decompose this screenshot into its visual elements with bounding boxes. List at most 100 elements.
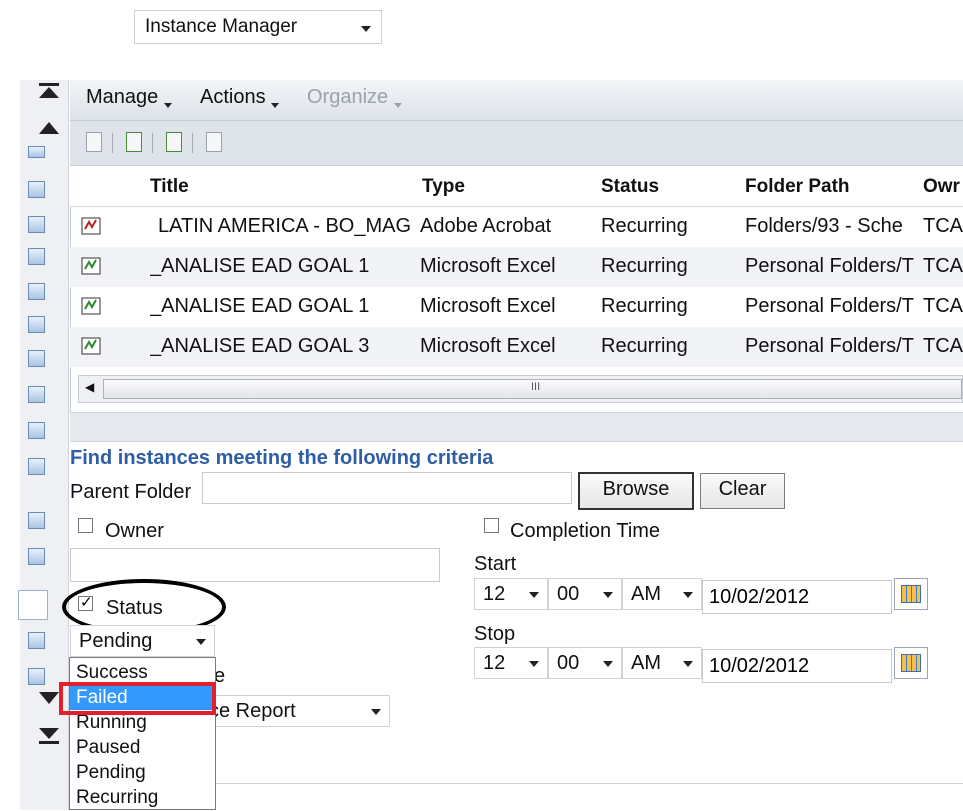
nav-icon-servers[interactable] <box>28 350 45 367</box>
status-option-recurring[interactable]: Recurring <box>76 785 158 810</box>
criteria-title: Find instances meeting the following cri… <box>70 447 494 469</box>
start-calendar-icon[interactable] <box>894 578 928 610</box>
owner-input[interactable] <box>70 548 440 582</box>
type-select[interactable]: ce Report <box>200 695 390 727</box>
chevron-down-icon <box>603 661 613 667</box>
mail-icon[interactable] <box>28 216 45 233</box>
database-icon[interactable] <box>28 248 45 265</box>
cell-status: Recurring <box>601 255 688 277</box>
cell-title: LATIN AMERICA - BO_MAG <box>158 215 412 237</box>
stop-label: Stop <box>474 623 516 645</box>
status-option-paused[interactable]: Paused <box>76 735 140 760</box>
start-minute-select[interactable]: 00 <box>548 578 622 610</box>
status-option-pending[interactable]: Pending <box>76 760 146 785</box>
manage-menu[interactable]: Manage <box>86 86 174 109</box>
nav-icon-groups[interactable] <box>28 422 45 439</box>
table-row[interactable]: _ANALISE EAD GOAL 3 Microsoft Excel Recu… <box>70 327 963 367</box>
chevron-down-icon <box>361 26 371 32</box>
scroll-top-icon[interactable] <box>37 82 61 102</box>
owner-checkbox[interactable] <box>78 518 93 533</box>
nav-icon-network[interactable] <box>28 283 45 300</box>
cell-title: _ANALISE EAD GOAL 3 <box>150 335 370 357</box>
scroll-thumb[interactable]: III <box>103 379 962 399</box>
chevron-down-icon <box>529 592 539 598</box>
scroll-grip: III <box>531 381 541 393</box>
excel-instance-icon <box>81 337 101 355</box>
stop-ampm-value: AM <box>631 652 661 674</box>
browse-button[interactable]: Browse <box>578 472 694 510</box>
chevron-down-icon <box>529 661 539 667</box>
nav-icon-cluster[interactable] <box>28 386 45 403</box>
start-hour-select[interactable]: 12 <box>474 578 548 610</box>
table-row[interactable]: _ANALISE EAD GOAL 1 Microsoft Excel Recu… <box>70 287 963 327</box>
col-title[interactable]: Title <box>150 176 189 198</box>
stop-hour-value: 12 <box>483 652 506 674</box>
col-owner[interactable]: Owr <box>923 176 960 198</box>
stop-date-input[interactable] <box>702 649 892 683</box>
reschedule-icon[interactable] <box>166 132 182 152</box>
menu-bar: Manage Actions Organize <box>70 80 963 121</box>
chevron-down-icon <box>196 639 206 645</box>
cell-status: Recurring <box>601 215 688 237</box>
status-select[interactable]: Pending <box>70 625 215 657</box>
cell-title: _ANALISE EAD GOAL 1 <box>150 295 370 317</box>
nav-icon-table[interactable] <box>28 548 45 565</box>
scroll-up-icon[interactable] <box>37 120 61 136</box>
nav-icon-security[interactable] <box>28 458 45 475</box>
chevron-down-icon <box>603 592 613 598</box>
cell-folder: Personal Folders/T <box>745 295 914 317</box>
toolbar-separator <box>192 133 193 153</box>
run-now-icon[interactable] <box>126 132 142 152</box>
nav-icon-inbox[interactable] <box>28 146 45 158</box>
view-select[interactable]: Instance Manager <box>134 10 382 44</box>
stop-hour-select[interactable]: 12 <box>474 647 548 679</box>
cell-owner: TCA <box>923 335 963 357</box>
nav-icon-layout[interactable] <box>28 632 45 649</box>
cell-title: _ANALISE EAD GOAL 1 <box>150 255 370 277</box>
start-label: Start <box>474 553 517 575</box>
stop-minute-value: 00 <box>557 652 580 674</box>
completion-time-label: Completion Time <box>510 520 661 542</box>
organize-menu[interactable]: Organize <box>307 86 404 109</box>
stop-ampm-select[interactable]: AM <box>622 647 702 679</box>
nav-icon-star[interactable] <box>28 316 45 333</box>
col-folder-path[interactable]: Folder Path <box>745 176 850 198</box>
actions-menu[interactable]: Actions <box>200 86 281 109</box>
nav-icon-chart[interactable] <box>28 668 45 685</box>
cell-owner: TCA <box>923 255 963 277</box>
cell-type: Microsoft Excel <box>420 295 556 317</box>
toolbar-separator <box>112 133 113 153</box>
completion-time-checkbox[interactable] <box>484 518 499 533</box>
calendar-icon[interactable] <box>28 512 45 529</box>
organize-label: Organize <box>307 86 389 108</box>
stop-minute-select[interactable]: 00 <box>548 647 622 679</box>
cell-status: Recurring <box>601 295 688 317</box>
excel-instance-icon <box>81 297 101 315</box>
scroll-bottom-icon[interactable] <box>37 725 61 745</box>
start-hour-value: 12 <box>483 583 506 605</box>
parent-folder-label: Parent Folder <box>70 481 192 503</box>
parent-folder-input[interactable] <box>202 472 572 504</box>
stop-calendar-icon[interactable] <box>894 647 928 679</box>
table-row[interactable]: _ANALISE EAD GOAL 1 Microsoft Excel Recu… <box>70 247 963 287</box>
start-date-input[interactable] <box>702 580 892 614</box>
properties-icon[interactable] <box>86 132 102 152</box>
pdf-instance-icon <box>81 217 101 235</box>
scroll-down-icon[interactable] <box>37 690 61 706</box>
start-ampm-select[interactable]: AM <box>622 578 702 610</box>
col-type[interactable]: Type <box>422 176 465 198</box>
cell-folder: Personal Folders/T <box>745 335 914 357</box>
start-minute-value: 00 <box>557 583 580 605</box>
status-select-value: Pending <box>79 630 153 652</box>
history-icon[interactable] <box>206 132 222 152</box>
panel-divider[interactable] <box>70 412 963 442</box>
clear-button[interactable]: Clear <box>700 473 785 509</box>
table-row[interactable]: LATIN AMERICA - BO_MAG Adobe Acrobat Rec… <box>70 207 963 247</box>
type-select-value: ce Report <box>209 700 296 722</box>
nav-icon-users[interactable] <box>28 181 45 198</box>
chevron-down-icon <box>371 709 381 715</box>
scroll-left-icon[interactable]: ◀ <box>85 380 94 394</box>
nav-icon-instances[interactable] <box>18 590 48 620</box>
col-status[interactable]: Status <box>601 176 659 198</box>
horizontal-scrollbar[interactable]: ◀ III <box>78 375 963 403</box>
